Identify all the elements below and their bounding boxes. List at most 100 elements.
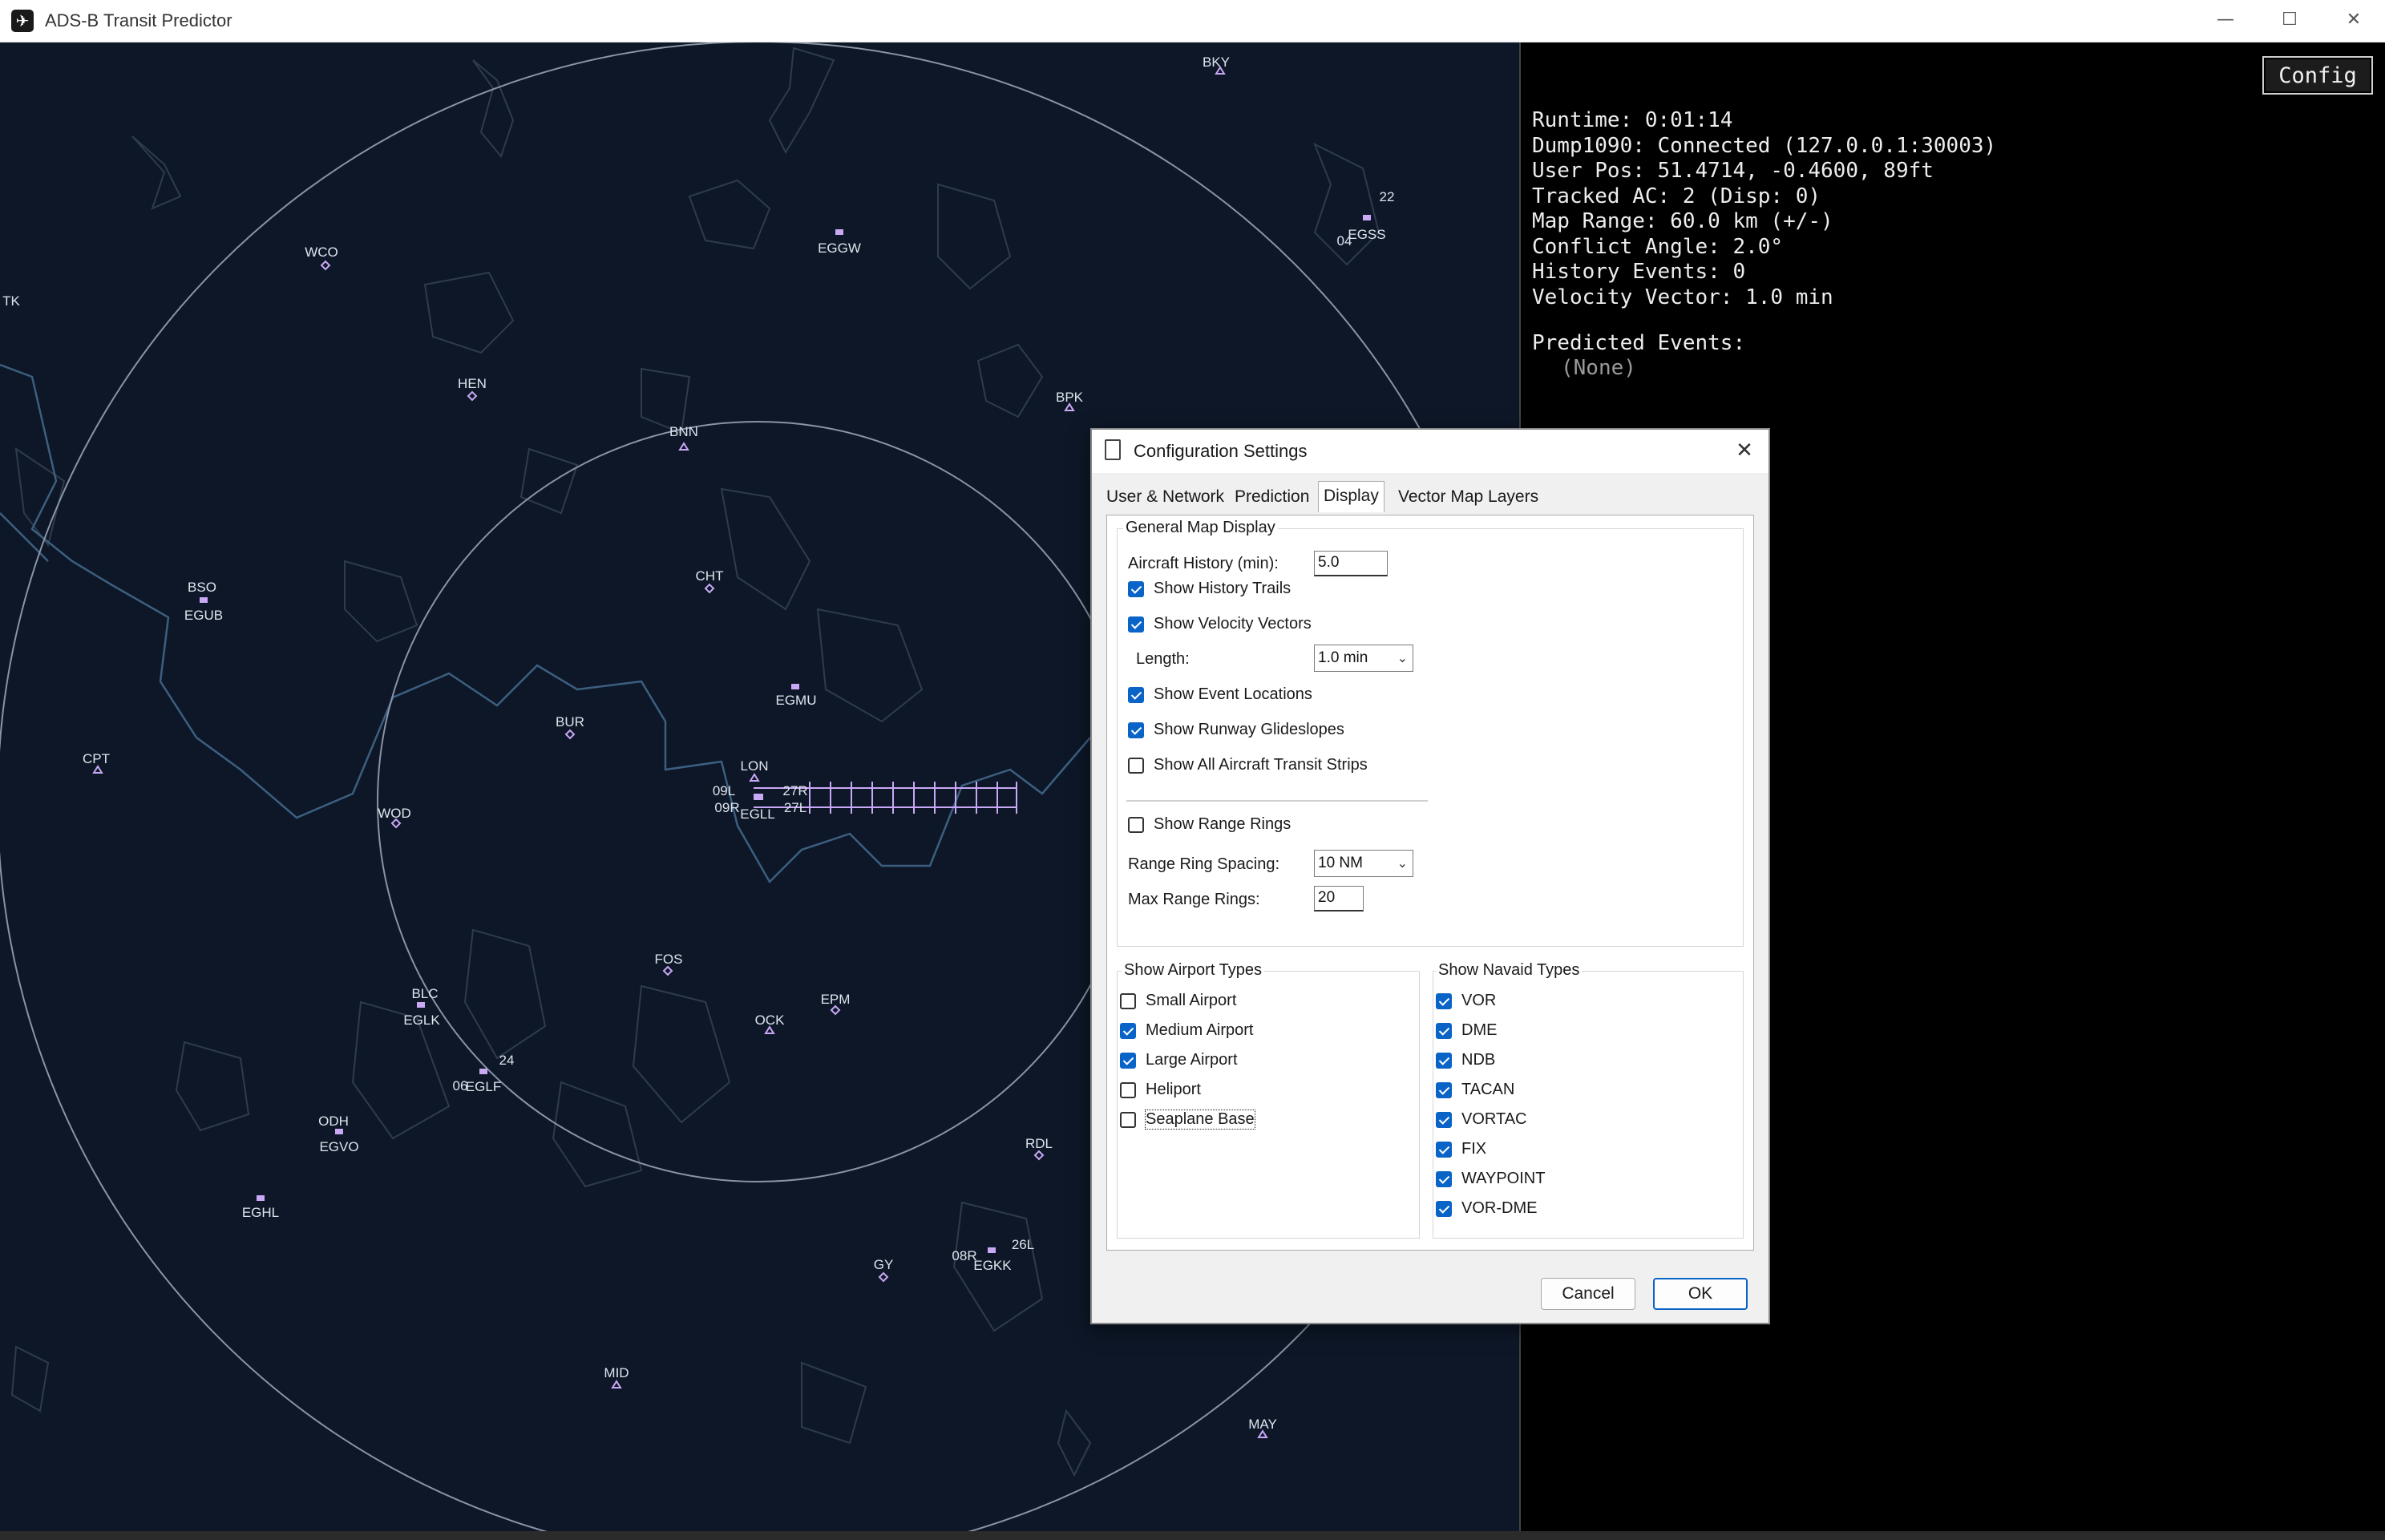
map-range: Map Range: 60.0 km (+/-) [1532,209,1833,233]
chevron-down-icon: ⌄ [1397,650,1408,665]
navaid-label: WCO [305,245,338,260]
checkbox-box [1436,992,1452,1009]
navaid-label: BUR [556,714,584,730]
dialog-title-bar: Configuration Settings ✕ [1092,430,1769,473]
airport-type-checkbox[interactable]: Small Airport [1120,992,1236,1010]
checkbox-label: FIX [1461,1140,1487,1158]
navaid-type-checkbox[interactable]: DME [1436,1021,1497,1040]
navaid-marker [320,260,331,271]
checkbox-box [1436,1081,1452,1098]
predicted-events-title: Predicted Events: [1532,331,1746,355]
history-events: History Events: 0 [1532,260,1746,284]
checkbox-label: Large Airport [1146,1051,1238,1069]
navaid-type-checkbox[interactable]: VOR-DME [1436,1199,1537,1218]
maximize-button[interactable]: ☐ [2258,0,2322,42]
checkbox-label: Heliport [1146,1081,1201,1098]
tab-user-network[interactable]: User & Network [1106,487,1224,507]
tab-vector-map-layers[interactable]: Vector Map Layers [1398,487,1538,507]
navaid-type-checkbox[interactable]: FIX [1436,1140,1486,1158]
navaid-label: BSO [188,580,216,595]
ok-button[interactable]: OK [1653,1278,1748,1310]
navaid-label: GY [874,1257,894,1272]
checkbox-label: Show All Aircraft Transit Strips [1154,756,1368,774]
chevron-down-icon: ⌄ [1397,855,1408,871]
checkbox-box [1128,757,1144,774]
separator [1126,800,1428,802]
range-ring-spacing-label: Range Ring Spacing: [1128,855,1280,873]
runtime-text: Runtime: 0:01:14 [1532,108,1733,132]
coastline [0,363,1091,884]
checkbox-label: NDB [1461,1051,1496,1069]
minimize-button[interactable]: — [2193,0,2258,42]
show-event-locations-checkbox[interactable]: Show Event Locations [1128,685,1312,704]
navaid-type-checkbox[interactable]: VOR [1436,992,1496,1010]
navaid-label: CPT [83,751,110,766]
navaid-marker [749,773,760,782]
navaid-label: BLC [411,986,438,1001]
airport-type-checkbox[interactable]: Medium Airport [1120,1021,1254,1040]
airport-marker [791,684,799,689]
navaid-type-checkbox[interactable]: VORTAC [1436,1110,1527,1129]
window-title: ADS-B Transit Predictor [45,10,232,30]
navaid-type-checkbox[interactable]: WAYPOINT [1436,1170,1545,1188]
show-history-trails-checkbox[interactable]: Show History Trails [1128,580,1291,598]
show-velocity-vectors-checkbox[interactable]: Show Velocity Vectors [1128,615,1312,633]
checkbox-label: DME [1461,1021,1498,1039]
aircraft-history-label: Aircraft History (min): [1128,555,1279,572]
navaid-marker [92,765,103,774]
navaid-label: BKY [1203,55,1230,70]
airport-types-group [1117,971,1420,1239]
document-icon [1105,439,1121,460]
title-bar: ✈ ADS-B Transit Predictor — ☐ ✕ [0,0,2385,42]
airport-marker [417,1002,425,1008]
airport-marker [754,794,763,800]
app-logo-icon: ✈ [11,10,34,32]
navaid-label: HEN [458,376,487,391]
checkbox-box [1436,1022,1452,1039]
show-runway-glideslopes-checkbox[interactable]: Show Runway Glideslopes [1128,721,1344,739]
max-range-rings-input[interactable]: 20 [1314,886,1364,911]
navaid-label: CHT [696,568,724,584]
navaid-label: WOD [378,806,411,821]
airport-label: EGLL [740,806,774,822]
tab-display[interactable]: Display [1318,481,1385,512]
dialog-close-button[interactable]: ✕ [1728,435,1760,467]
checkbox-box [1120,1052,1136,1069]
navaid-types-group [1433,971,1744,1239]
checkbox-box [1128,816,1144,833]
show-range-rings-checkbox[interactable]: Show Range Rings [1128,815,1291,834]
navaid-marker [878,1271,889,1283]
tab-prediction[interactable]: Prediction [1235,487,1309,507]
checkbox-box [1436,1170,1452,1187]
aircraft-history-input[interactable]: 5.0 [1314,551,1388,576]
airport-marker [257,1195,265,1201]
airport-type-checkbox[interactable]: Seaplane Base [1120,1110,1255,1130]
navaid-marker [830,1004,841,1016]
navaid-type-checkbox[interactable]: NDB [1436,1051,1495,1069]
checkbox-label: Show Range Rings [1154,815,1292,833]
range-ring-spacing-dropdown[interactable]: 10 NM ⌄ [1314,850,1413,877]
status-lines: Runtime: 0:01:14 Dump1090: Connected (127… [1532,108,1996,310]
close-window-button[interactable]: ✕ [2322,0,2385,42]
navaid-label: BPK [1056,390,1084,405]
checkbox-label: VOR [1461,992,1497,1009]
checkbox-box [1128,721,1144,738]
airport-label: EGSS [1348,227,1385,242]
config-button[interactable]: Config [2262,56,2373,95]
airport-marker [335,1129,343,1134]
configuration-dialog: Configuration Settings ✕ User & Network … [1090,428,1770,1324]
length-dropdown[interactable]: 1.0 min ⌄ [1314,645,1413,672]
navaid-label: RDL [1025,1136,1053,1151]
checkbox-label: Show Event Locations [1154,685,1312,703]
airport-label: EGMU [776,693,817,708]
show-all-transit-strips-checkbox[interactable]: Show All Aircraft Transit Strips [1128,756,1368,774]
cancel-button[interactable]: Cancel [1541,1278,1635,1310]
airport-label: EGHL [242,1205,279,1220]
runway-label: 27L [784,800,806,815]
navaid-marker [678,442,689,451]
airport-type-checkbox[interactable]: Large Airport [1120,1051,1238,1069]
navaid-type-checkbox[interactable]: TACAN [1436,1081,1514,1099]
length-label: Length: [1136,650,1190,668]
airport-type-checkbox[interactable]: Heliport [1120,1081,1201,1099]
airport-marker [479,1069,487,1074]
